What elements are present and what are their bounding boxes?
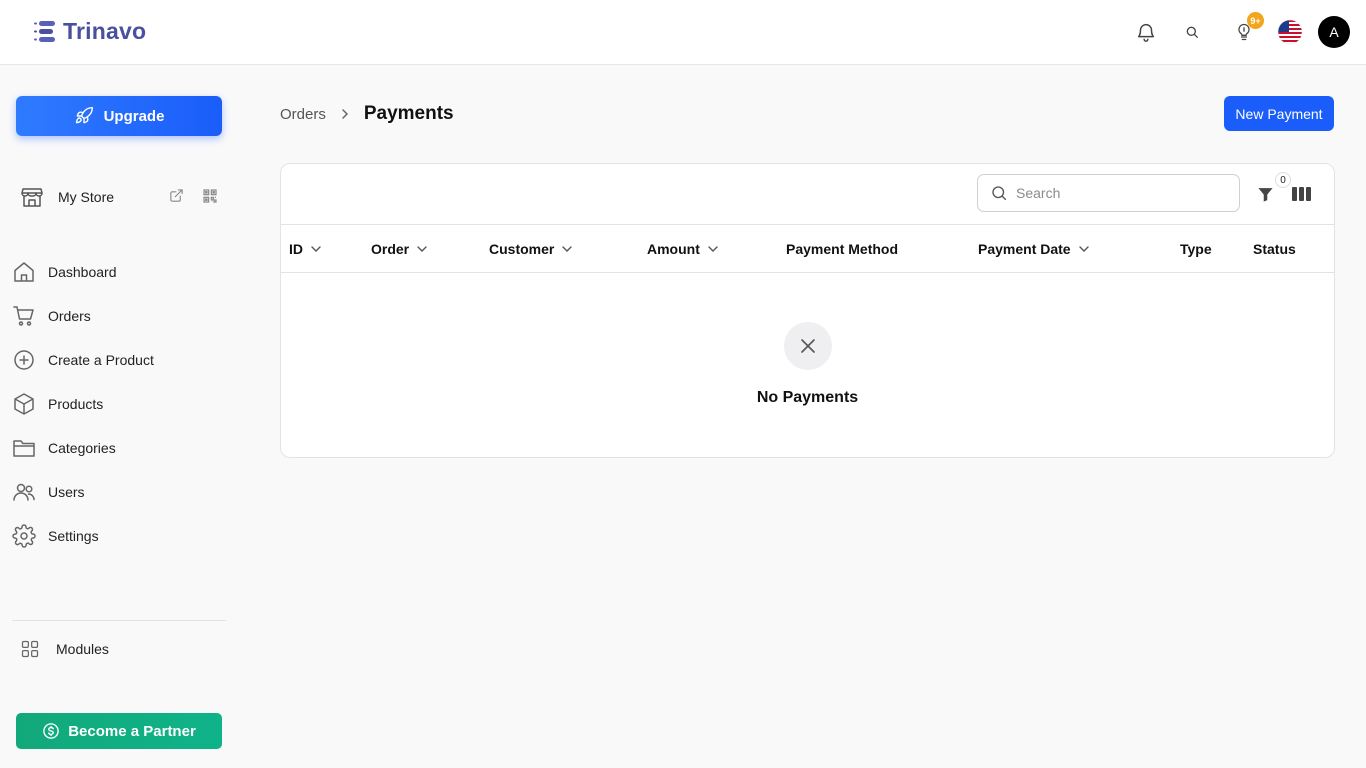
sidebar-item-label: Create a Product (48, 352, 154, 368)
upgrade-button[interactable]: Upgrade (16, 96, 222, 136)
chevron-down-icon (708, 246, 718, 252)
store-icon (21, 188, 43, 207)
qr-code-icon[interactable] (202, 188, 218, 204)
filter-button[interactable] (1253, 182, 1277, 206)
global-search-button[interactable] (1176, 16, 1208, 48)
tips-button[interactable]: 9+ (1228, 12, 1264, 48)
sidebar-item-users[interactable]: Users (12, 470, 232, 514)
top-bar: Trinavo 9+ A (0, 0, 1366, 65)
column-label: Payment Method (786, 241, 899, 257)
payments-table-card: 0 ID Order Customer Amount Payment Metho… (280, 163, 1335, 458)
sidebar-item-label: Categories (48, 440, 116, 456)
columns-button[interactable] (1289, 182, 1313, 206)
close-icon (783, 322, 832, 370)
box-icon (14, 393, 34, 415)
store-selector[interactable]: My Store (20, 185, 220, 209)
cart-icon (13, 306, 34, 326)
chevron-down-icon (1078, 246, 1089, 252)
table-search[interactable] (977, 174, 1240, 212)
column-label: Amount (647, 241, 700, 257)
external-link-icon[interactable] (169, 188, 184, 203)
logo-icon (34, 20, 55, 42)
filter-icon (1257, 187, 1273, 202)
column-label: Order (371, 241, 410, 257)
column-header-payment-date[interactable]: Payment Date (978, 225, 1090, 273)
app-name: Trinavo (63, 18, 147, 44)
sidebar-item-label: Orders (48, 308, 91, 324)
chevron-down-icon (562, 246, 573, 252)
sidebar-item-label: Modules (56, 641, 109, 657)
sidebar-item-orders[interactable]: Orders (12, 294, 232, 338)
empty-state-text: No Payments (756, 389, 859, 406)
tips-badge: 9+ (1247, 12, 1264, 29)
search-icon (992, 186, 1007, 201)
app-logo[interactable]: Trinavo (33, 18, 146, 45)
sidebar-item-label: Settings (48, 528, 99, 544)
empty-state: No Payments (281, 322, 1334, 407)
column-header-id[interactable]: ID (289, 225, 322, 273)
column-header-payment-method[interactable]: Payment Method (786, 225, 898, 273)
plus-circle-icon (14, 350, 34, 370)
chevron-down-icon (417, 246, 427, 252)
sidebar-item-settings[interactable]: Settings (12, 514, 232, 558)
sidebar-item-label: Users (48, 484, 85, 500)
store-label: My Store (58, 189, 115, 205)
column-label: Payment Date (978, 241, 1071, 257)
language-selector[interactable] (1274, 16, 1306, 48)
sidebar-item-label: Dashboard (48, 264, 117, 280)
breadcrumb-orders[interactable]: Orders (280, 106, 326, 123)
us-flag-icon (1277, 19, 1303, 45)
rocket-icon (75, 106, 93, 124)
sidebar-item-modules[interactable]: Modules (20, 637, 109, 661)
gear-icon (12, 524, 36, 548)
sidebar-divider (12, 620, 226, 621)
user-avatar[interactable]: A (1318, 16, 1350, 48)
column-header-type[interactable]: Type (1180, 225, 1212, 273)
upgrade-label: Upgrade (103, 107, 165, 125)
column-label: Customer (489, 241, 555, 257)
chevron-right-icon (340, 108, 350, 120)
breadcrumb: Orders Payments (280, 100, 454, 128)
search-icon (1186, 26, 1198, 38)
column-label: Type (1180, 241, 1212, 257)
column-header-status[interactable]: Status (1253, 225, 1296, 273)
partner-label: Become a Partner (68, 722, 196, 740)
table-header: ID Order Customer Amount Payment Method … (281, 224, 1334, 273)
sidebar-item-label: Products (48, 396, 104, 412)
search-input[interactable] (1016, 185, 1216, 201)
sidebar-item-create-product[interactable]: Create a Product (12, 338, 232, 382)
grid-icon (21, 640, 39, 658)
columns-icon (1291, 187, 1311, 201)
users-icon (13, 483, 35, 501)
sidebar-item-products[interactable]: Products (12, 382, 232, 426)
column-header-customer[interactable]: Customer (489, 225, 573, 273)
sidebar-item-categories[interactable]: Categories (12, 426, 232, 470)
folder-icon (13, 440, 35, 457)
home-icon (14, 262, 34, 282)
sidebar: Upgrade My Store Dashboard Orders Create… (0, 65, 240, 768)
sidebar-nav: Dashboard Orders Create a Product Produc… (12, 250, 232, 558)
chevron-down-icon (311, 246, 321, 252)
page-title: Payments (363, 103, 454, 124)
dollar-circle-icon (43, 723, 60, 739)
new-payment-button[interactable]: New Payment (1224, 96, 1334, 131)
column-label: ID (289, 241, 303, 257)
column-header-amount[interactable]: Amount (647, 225, 719, 273)
become-partner-button[interactable]: Become a Partner (16, 713, 222, 749)
sidebar-item-dashboard[interactable]: Dashboard (12, 250, 232, 294)
column-header-order[interactable]: Order (371, 225, 428, 273)
bell-icon (1137, 24, 1155, 42)
notifications-button[interactable] (1130, 16, 1162, 48)
column-label: Status (1253, 241, 1296, 257)
